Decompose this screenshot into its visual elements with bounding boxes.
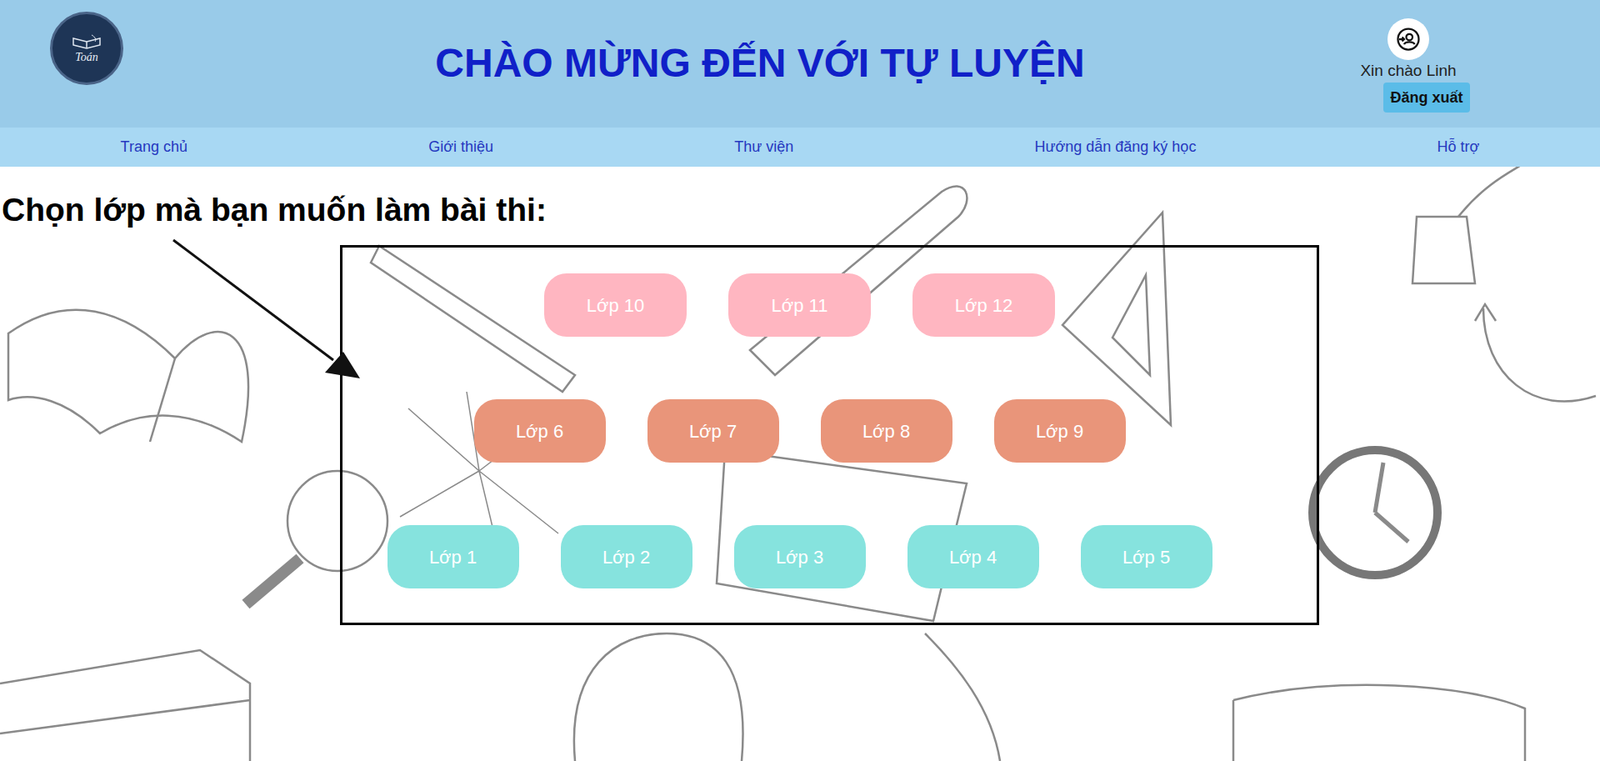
page-title: CHÀO MỪNG ĐẾN VỚI TỰ LUYỆN — [435, 38, 1085, 89]
grade-row: Lớp 10 Lớp 11 Lớp 12 — [544, 273, 1055, 337]
grade-row: Lớp 6 Lớp 7 Lớp 8 Lớp 9 — [474, 399, 1126, 463]
grade-button[interactable]: Lớp 7 — [647, 399, 780, 463]
section-heading: Chọn lớp mà bạn muốn làm bài thi: — [0, 190, 1600, 230]
logout-button[interactable]: Đăng xuất — [1383, 82, 1470, 113]
grade-button[interactable]: Lớp 9 — [994, 399, 1126, 463]
title-area: CHÀO MỪNG ĐẾN VỚI TỰ LUYỆN — [250, 0, 1270, 89]
user-avatar[interactable] — [1387, 18, 1430, 60]
logo-text: Toán — [75, 51, 99, 64]
grade-button[interactable]: Lớp 11 — [728, 273, 871, 337]
nav-link[interactable]: Trang chủ — [120, 135, 188, 159]
nav-link[interactable]: Thư viện — [734, 135, 794, 159]
grade-button[interactable]: Lớp 3 — [734, 525, 866, 589]
grade-button[interactable]: Lớp 8 — [820, 399, 953, 463]
nav-link[interactable]: Hướng dẫn đăng ký học — [1034, 135, 1196, 159]
greeting: Xin chào Linh — [1360, 60, 1456, 81]
grade-button[interactable]: Lớp 2 — [560, 525, 693, 589]
pointer-arrow-icon — [166, 235, 367, 385]
user-area: Xin chào LinhĐăng xuất — [1270, 0, 1600, 113]
header: Toán CHÀO MỪNG ĐẾN VỚI TỰ LUYỆN Xin chào L… — [0, 0, 1600, 128]
grade-box: Lớp 10Lớp 11Lớp 12Lớp 6Lớp 7Lớp 8Lớp 9Lớ… — [340, 245, 1320, 625]
nav-link[interactable]: Giới thiệu — [428, 135, 494, 159]
book-icon — [70, 33, 104, 52]
logo-area: Toán — [0, 0, 250, 85]
grade-button[interactable]: Lớp 5 — [1080, 525, 1213, 589]
doodle-background-icon — [0, 166, 1600, 761]
grade-button[interactable]: Lớp 4 — [907, 525, 1040, 589]
grade-button[interactable]: Lớp 10 — [544, 273, 687, 337]
grade-button[interactable]: Lớp 1 — [387, 525, 520, 589]
grade-row: Lớp 1 Lớp 2 Lớp 3 Lớp 4 Lớp 5 — [387, 525, 1213, 589]
user-logout-icon — [1395, 26, 1421, 52]
grade-button[interactable]: Lớp 6 — [474, 399, 606, 463]
grade-button[interactable]: Lớp 12 — [912, 273, 1055, 337]
page: Toán CHÀO MỪNG ĐẾN VỚI TỰ LUYỆN Xin chào L… — [0, 0, 1600, 761]
main-content: Chọn lớp mà bạn muốn làm bài thi:Lớp 10L… — [0, 166, 1600, 761]
nav-bar: Trang chủ Giới thiệu Thư viện Hướng dẫn đăn… — [0, 127, 1600, 167]
logo[interactable]: Toán — [50, 11, 124, 85]
nav-link[interactable]: Hỗ trợ — [1437, 135, 1480, 159]
